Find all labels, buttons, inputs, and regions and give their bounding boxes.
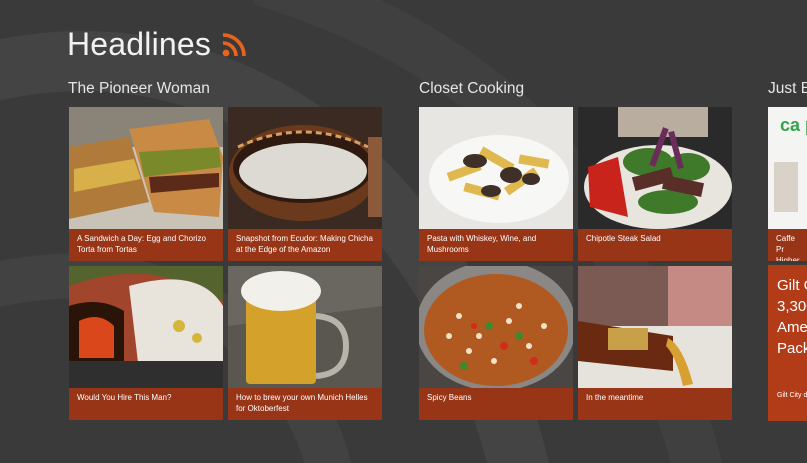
tile-caption: In the meantime	[578, 388, 732, 420]
article-tile[interactable]: A Sandwich a Day: Egg and Chorizo Torta …	[69, 107, 223, 261]
article-tile[interactable]: Pasta with Whiskey, Wine, and Mushrooms	[419, 107, 573, 261]
article-tile[interactable]: Snapshot from Ecudor: Making Chicha at t…	[228, 107, 382, 261]
article-tile[interactable]: In the meantime	[578, 266, 732, 420]
article-tile[interactable]: How to brew your own Munich Helles for O…	[228, 266, 382, 420]
tile-caption: Pasta with Whiskey, Wine, and Mushrooms	[419, 229, 573, 261]
group-title-closet-cooking[interactable]: Closet Cooking	[419, 80, 524, 98]
beans-pot-photo	[419, 266, 573, 388]
magazine-title-line1: ca pro	[780, 115, 807, 135]
beer-mug-photo	[228, 266, 382, 388]
pizza-oven-photo	[69, 266, 223, 388]
text-tile-headline: Gilt C 3,300 Ame Pack	[777, 277, 807, 357]
pasta-photo	[419, 107, 573, 229]
magazine-cover-photo: ca pro	[768, 107, 807, 229]
tile-caption: Caffe Pr Higher c	[768, 229, 807, 261]
text-tile[interactable]: Gilt C 3,300 Ame Pack Gilt City deals on	[768, 265, 807, 421]
tile-caption: Chipotle Steak Salad	[578, 229, 732, 261]
article-tile[interactable]: Chipotle Steak Salad	[578, 107, 732, 261]
tile-caption: Would You Hire This Man?	[69, 388, 223, 420]
text-tile-caption: Gilt City deals on	[777, 392, 807, 399]
group-title-partial[interactable]: Just B	[768, 80, 807, 98]
tile-caption: How to brew your own Munich Helles for O…	[228, 388, 382, 420]
sandwich-photo	[69, 107, 223, 229]
tile-caption: Snapshot from Ecudor: Making Chicha at t…	[228, 229, 382, 261]
tile-caption: Spicy Beans	[419, 388, 573, 420]
article-tile[interactable]: Spicy Beans	[419, 266, 573, 420]
chicha-bowl-photo	[228, 107, 382, 229]
page-title: Headlines	[67, 26, 247, 63]
rss-icon[interactable]	[221, 32, 247, 58]
beer-pour-photo	[578, 266, 732, 388]
tile-caption: A Sandwich a Day: Egg and Chorizo Torta …	[69, 229, 223, 261]
article-tile[interactable]: ca pro Caffe Pr Higher c	[768, 107, 807, 261]
steak-salad-photo	[578, 107, 732, 229]
page-title-text: Headlines	[67, 26, 212, 62]
group-title-pioneer-woman[interactable]: The Pioneer Woman	[68, 80, 210, 98]
article-tile[interactable]: Would You Hire This Man?	[69, 266, 223, 420]
